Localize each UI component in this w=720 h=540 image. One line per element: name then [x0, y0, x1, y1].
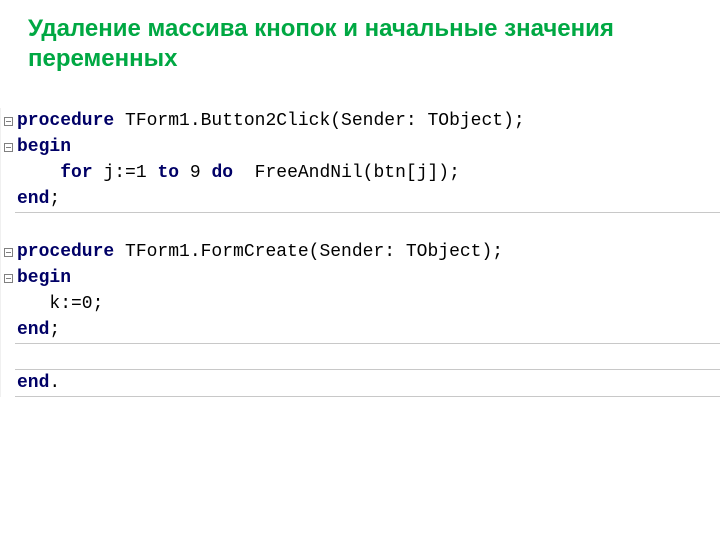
code-line: procedure TForm1.FormCreate(Sender: TObj…: [1, 239, 720, 265]
code-text: j:=1: [93, 163, 158, 183]
fold-gutter-collapse-icon[interactable]: [1, 108, 15, 134]
fold-gutter: [1, 370, 15, 396]
code-line: end;: [15, 317, 720, 344]
keyword: end: [17, 320, 49, 340]
code-text: ;: [49, 320, 60, 340]
keyword: end: [17, 373, 49, 393]
fold-gutter-collapse-icon[interactable]: [1, 265, 15, 291]
fold-gutter: [1, 213, 15, 239]
keyword: for: [60, 163, 92, 183]
keyword: procedure: [17, 111, 114, 131]
keyword: begin: [17, 268, 71, 288]
page-title: Удаление массива кнопок и начальные знач…: [0, 0, 720, 80]
code-line: for j:=1 to 9 do FreeAndNil(btn[j]);: [1, 160, 720, 186]
code-text: 9: [179, 163, 211, 183]
fold-gutter: [1, 291, 15, 317]
code-editor: procedure TForm1.Button2Click(Sender: TO…: [0, 108, 720, 397]
code-blank-line: [15, 344, 720, 370]
code-line: begin: [1, 265, 720, 291]
code-blank-line: [1, 213, 720, 239]
fold-gutter: [1, 160, 15, 186]
code-line: k:=0;: [1, 291, 720, 317]
fold-gutter-collapse-icon[interactable]: [1, 239, 15, 265]
code-text: TForm1.Button2Click(Sender: TObject);: [114, 111, 524, 131]
code-text: k:=0;: [17, 294, 103, 314]
keyword: to: [157, 163, 179, 183]
keyword: procedure: [17, 242, 114, 262]
code-line: procedure TForm1.Button2Click(Sender: TO…: [1, 108, 720, 134]
fold-gutter: [1, 186, 15, 212]
fold-gutter: [1, 344, 15, 370]
code-text: [17, 163, 60, 183]
code-text: FreeAndNil(btn[j]);: [233, 163, 460, 183]
keyword: end: [17, 189, 49, 209]
fold-gutter: [1, 317, 15, 343]
fold-gutter-collapse-icon[interactable]: [1, 134, 15, 160]
code-line: begin: [1, 134, 720, 160]
code-text: .: [49, 373, 60, 393]
code-text: TForm1.FormCreate(Sender: TObject);: [114, 242, 503, 262]
code-line: end;: [15, 186, 720, 213]
keyword: begin: [17, 137, 71, 157]
keyword: do: [211, 163, 233, 183]
code-line: end.: [15, 370, 720, 397]
code-text: ;: [49, 189, 60, 209]
